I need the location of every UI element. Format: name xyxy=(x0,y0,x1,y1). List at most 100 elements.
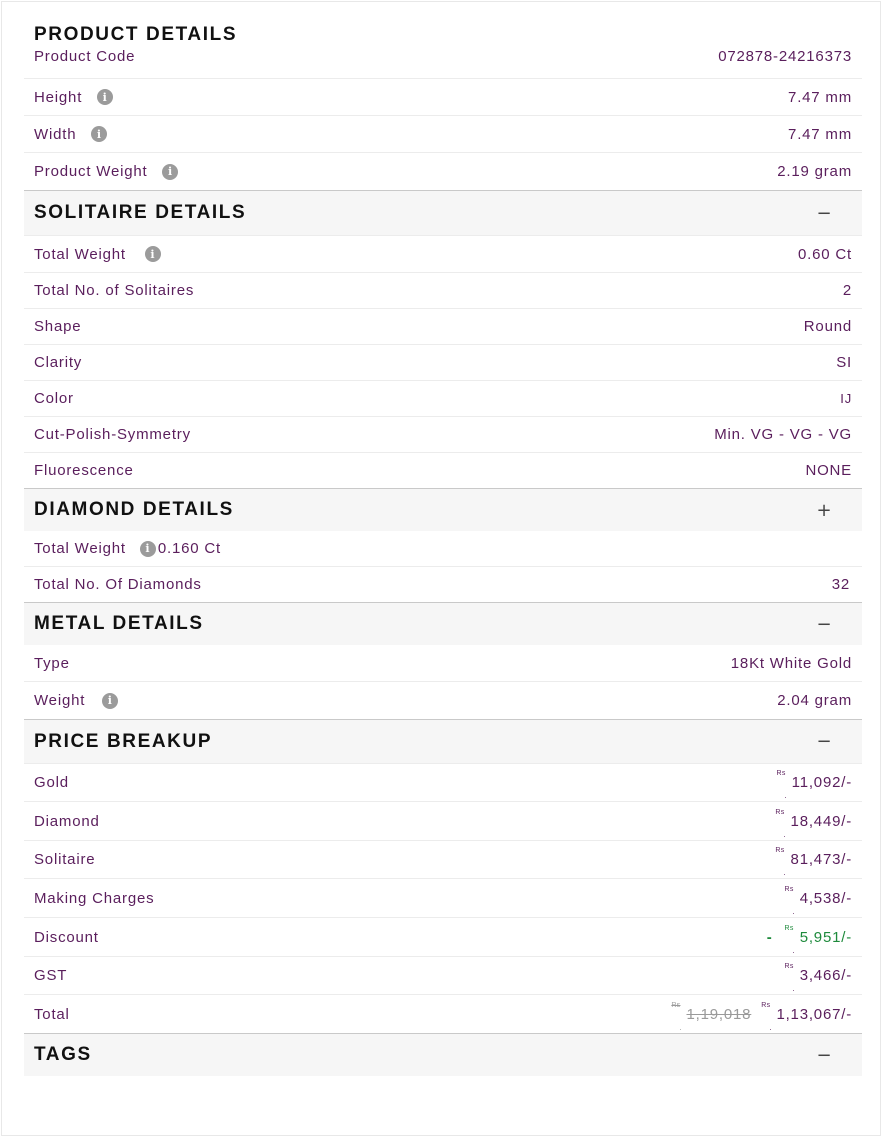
cut-polish-symmetry-row: Cut-Polish-Symmetry Min. VG - VG - VG xyxy=(24,416,862,452)
fluorescence-row: Fluorescence NONE xyxy=(24,452,862,488)
metal-type-row: Type 18Kt White Gold xyxy=(24,645,862,681)
height-row: Height i 7.47 mm xyxy=(24,78,862,115)
diamond-total-weight-label: Total Weight xyxy=(34,540,126,557)
fluorescence-label: Fluorescence xyxy=(34,462,134,479)
cut-polish-symmetry-label: Cut-Polish-Symmetry xyxy=(34,426,191,443)
total-diamonds-label: Total No. Of Diamonds xyxy=(34,576,202,593)
rupee-symbol: Rs xyxy=(761,1002,772,1032)
width-row: Width i 7.47 mm xyxy=(24,115,862,152)
rupee-symbol: Rs xyxy=(785,925,796,955)
rupee-symbol: Rs xyxy=(785,963,796,993)
metal-weight-row: Weight i 2.04 gram xyxy=(24,681,862,719)
price-gst-value: 3,466/- xyxy=(799,967,852,984)
product-weight-row: Product Weight i 2.19 gram xyxy=(24,152,862,190)
fluorescence-value: NONE xyxy=(805,462,852,479)
info-icon[interactable]: i xyxy=(102,692,119,709)
diamond-details-header[interactable]: DIAMOND DETAILS + xyxy=(24,488,862,531)
product-code-value: 072878-24216373 xyxy=(718,47,852,65)
info-icon[interactable]: i xyxy=(91,126,108,142)
collapse-icon[interactable]: − xyxy=(812,203,836,224)
total-solitaires-row: Total No. of Solitaires 2 xyxy=(24,272,862,308)
rupee-symbol: Rs xyxy=(671,1002,682,1032)
price-making-charges-value: 4,538/- xyxy=(799,889,852,907)
expand-icon[interactable]: + xyxy=(812,500,836,521)
price-gold-label: Gold xyxy=(34,774,69,791)
rupee-symbol: Rs xyxy=(775,847,786,877)
clarity-label: Clarity xyxy=(34,354,83,371)
discount-minus-sign: - xyxy=(766,928,773,946)
color-value: IJ xyxy=(840,391,852,406)
price-breakup-title: PRICE BREAKUP xyxy=(34,730,213,752)
diamond-total-weight-value: 0.160 Ct xyxy=(157,540,221,557)
metal-details-title: METAL DETAILS xyxy=(34,613,204,634)
solitaire-total-weight-row: Total Weight i 0.60 Ct xyxy=(24,235,862,272)
shape-value: Round xyxy=(803,318,852,335)
info-icon[interactable]: i xyxy=(97,89,114,105)
solitaire-details-title: SOLITAIRE DETAILS xyxy=(34,202,247,223)
price-total-original: 1,19,018 xyxy=(686,1005,752,1023)
info-icon[interactable]: i xyxy=(139,540,156,557)
price-discount-value: 5,951/- xyxy=(799,928,852,946)
price-total-label: Total xyxy=(34,1005,70,1023)
metal-details-header[interactable]: METAL DETAILS − xyxy=(24,602,862,645)
price-making-charges-row: Making Charges Rs4,538/- xyxy=(24,878,862,917)
color-label: Color xyxy=(34,390,74,407)
product-weight-value: 2.19 gram xyxy=(777,163,852,180)
metal-type-value: 18Kt White Gold xyxy=(730,654,852,672)
rupee-symbol: Rs xyxy=(785,886,796,916)
price-solitaire-value: 81,473/- xyxy=(790,851,852,868)
price-gst-row: GST Rs3,466/- xyxy=(24,956,862,994)
price-gold-row: Gold Rs11,092/- xyxy=(24,763,862,801)
height-label: Height xyxy=(34,88,83,106)
price-solitaire-label: Solitaire xyxy=(34,851,96,868)
price-gold-value: 11,092/- xyxy=(791,774,852,791)
height-value: 7.47 mm xyxy=(788,88,852,106)
cut-polish-symmetry-value: Min. VG - VG - VG xyxy=(714,426,852,443)
solitaire-details-header[interactable]: SOLITAIRE DETAILS − xyxy=(24,190,862,235)
collapse-icon[interactable]: − xyxy=(812,1045,836,1066)
collapse-icon[interactable]: − xyxy=(812,731,836,752)
metal-type-label: Type xyxy=(34,654,70,672)
metal-weight-label: Weight xyxy=(34,692,86,709)
info-icon[interactable]: i xyxy=(162,163,179,180)
shape-label: Shape xyxy=(34,318,82,335)
details-panel: PRODUCT DETAILS Product Code 072878-2421… xyxy=(1,1,881,1136)
diamond-details-title: DIAMOND DETAILS xyxy=(34,499,234,520)
product-details-title: PRODUCT DETAILS xyxy=(34,24,238,45)
product-code-label: Product Code xyxy=(34,47,136,65)
clarity-row: Clarity SI xyxy=(24,344,862,380)
price-total-row: Total Rs1,19,018 Rs1,13,067/- xyxy=(24,994,862,1033)
price-discount-row: Discount -Rs5,951/- xyxy=(24,917,862,956)
solitaire-total-weight-value: 0.60 Ct xyxy=(798,245,852,263)
price-total-value: 1,13,067/- xyxy=(776,1005,852,1023)
tags-header[interactable]: TAGS − xyxy=(24,1033,862,1076)
color-row: Color IJ xyxy=(24,380,862,416)
product-code-row: Product Code 072878-24216373 xyxy=(24,44,862,68)
total-diamonds-row: Total No. Of Diamonds 32 xyxy=(24,566,862,602)
info-icon[interactable]: i xyxy=(144,246,161,262)
price-gst-label: GST xyxy=(34,967,68,984)
total-solitaires-label: Total No. of Solitaires xyxy=(34,282,195,299)
shape-row: Shape Round xyxy=(24,308,862,344)
price-diamond-value: 18,449/- xyxy=(790,812,852,830)
diamond-total-weight-row: Total Weight i 0.160 Ct xyxy=(24,531,862,566)
total-diamonds-value: 32 xyxy=(831,576,850,593)
solitaire-total-weight-label: Total Weight xyxy=(34,245,126,263)
total-solitaires-value: 2 xyxy=(842,282,852,299)
tags-title: TAGS xyxy=(34,1044,92,1065)
rupee-symbol: Rs xyxy=(775,809,786,839)
width-label: Width xyxy=(34,125,77,143)
collapse-icon[interactable]: − xyxy=(812,614,836,635)
rupee-symbol: Rs xyxy=(777,770,788,800)
clarity-value: SI xyxy=(836,354,852,371)
price-diamond-label: Diamond xyxy=(34,812,100,830)
price-diamond-row: Diamond Rs18,449/- xyxy=(24,801,862,840)
price-discount-label: Discount xyxy=(34,928,99,946)
details-content: PRODUCT DETAILS Product Code 072878-2421… xyxy=(24,2,862,1076)
width-value: 7.47 mm xyxy=(788,125,852,143)
price-breakup-header[interactable]: PRICE BREAKUP − xyxy=(24,719,862,763)
product-weight-label: Product Weight xyxy=(34,163,148,180)
price-making-charges-label: Making Charges xyxy=(34,889,155,907)
price-solitaire-row: Solitaire Rs81,473/- xyxy=(24,840,862,878)
metal-weight-value: 2.04 gram xyxy=(777,692,852,709)
